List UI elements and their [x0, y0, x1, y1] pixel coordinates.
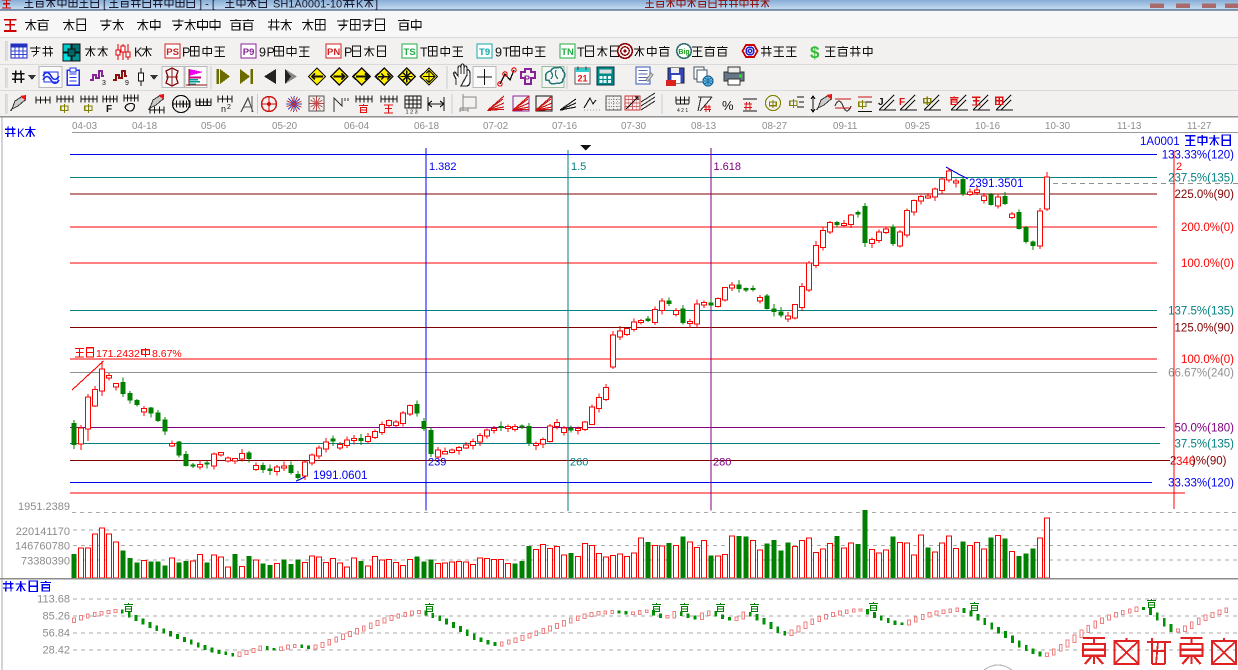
svg-text:T: T [577, 46, 585, 60]
svg-text:37.5%(135): 37.5%(135) [1175, 439, 1235, 451]
svg-text:137.5%(135): 137.5%(135) [1168, 305, 1234, 317]
svg-text:06-18: 06-18 [414, 121, 440, 132]
svg-text:100.0%(0): 100.0%(0) [1181, 354, 1234, 366]
svg-text:1951.2389: 1951.2389 [18, 501, 70, 513]
svg-text:K: K [17, 128, 25, 140]
svg-text:07-30: 07-30 [621, 121, 647, 132]
svg-text:P: P [182, 46, 190, 60]
svg-text:P: P [344, 46, 352, 60]
svg-text:]: ] [375, 0, 378, 11]
svg-text:P: P [266, 46, 274, 60]
svg-text:06-04: 06-04 [344, 121, 370, 132]
svg-text:1.382: 1.382 [429, 161, 457, 173]
svg-text:133.33%(120): 133.33%(120) [1162, 150, 1234, 162]
svg-text:PS: PS [166, 47, 179, 58]
svg-text:F: F [106, 104, 112, 115]
svg-text:09-11: 09-11 [833, 121, 857, 132]
svg-text:T: T [420, 46, 428, 60]
svg-text:T: T [502, 46, 510, 60]
svg-text:9: 9 [125, 80, 129, 87]
svg-text:TS: TS [404, 47, 416, 58]
svg-text:] - [: ] - [ [199, 0, 215, 11]
svg-text:10-30: 10-30 [1045, 121, 1071, 132]
svg-text:239: 239 [428, 457, 446, 469]
svg-text:04-03: 04-03 [72, 121, 98, 132]
svg-text:73380390: 73380390 [21, 556, 70, 568]
svg-text:K: K [134, 46, 143, 60]
svg-text:125.0%(90): 125.0%(90) [1175, 322, 1235, 334]
svg-text:04-18: 04-18 [132, 121, 158, 132]
svg-text:237.5%(135): 237.5%(135) [1168, 172, 1234, 184]
svg-text:28.42: 28.42 [42, 645, 70, 657]
svg-text:21: 21 [577, 74, 587, 84]
svg-text:$: $ [810, 43, 820, 62]
svg-text:J: J [878, 97, 884, 108]
svg-text:3: 3 [102, 80, 106, 87]
svg-text:2: 2 [1176, 161, 1182, 173]
svg-text:2: 2 [227, 104, 231, 111]
svg-text:1.5: 1.5 [571, 161, 586, 173]
svg-text:1A0001: 1A0001 [1140, 136, 1180, 148]
svg-text:PN: PN [327, 47, 340, 58]
svg-text:SH1A0001-107: SH1A0001-107 [273, 0, 348, 11]
svg-text:280: 280 [713, 457, 731, 469]
svg-text:)%(90): )%(90) [1192, 455, 1227, 467]
svg-text:113.68: 113.68 [37, 594, 70, 606]
svg-text:9: 9 [259, 46, 266, 60]
svg-text:11-27: 11-27 [1187, 121, 1211, 132]
svg-text:220141170: 220141170 [16, 526, 70, 538]
svg-text:n: n [221, 104, 226, 114]
svg-text:P9: P9 [243, 47, 255, 58]
svg-text:8.67%: 8.67% [152, 348, 182, 360]
svg-text:260: 260 [570, 457, 588, 469]
svg-text:50.0%(180): 50.0%(180) [1175, 422, 1235, 434]
svg-text:%: % [722, 98, 734, 113]
svg-text:1991.0601: 1991.0601 [313, 470, 367, 482]
svg-text:171.2432: 171.2432 [96, 348, 140, 360]
svg-text:07-16: 07-16 [552, 121, 578, 132]
svg-text:9: 9 [495, 46, 502, 60]
svg-text:56.84: 56.84 [42, 628, 70, 640]
svg-text:225.0%(90): 225.0%(90) [1175, 189, 1235, 201]
svg-text:08-27: 08-27 [762, 121, 787, 132]
svg-text:TN: TN [561, 47, 574, 58]
svg-text:Big: Big [678, 49, 689, 56]
svg-text:1.618: 1.618 [714, 161, 742, 173]
svg-text:09-25: 09-25 [905, 121, 931, 132]
svg-text:P: P [524, 74, 530, 84]
svg-text:85.26: 85.26 [42, 611, 70, 623]
svg-text:33.33%(120): 33.33%(120) [1168, 477, 1234, 489]
svg-text:146760780: 146760780 [15, 541, 70, 553]
svg-text:07-02: 07-02 [483, 121, 508, 132]
svg-text:4 2 1: 4 2 1 [677, 108, 688, 114]
svg-text:T9: T9 [479, 47, 490, 58]
svg-text:[: [ [103, 0, 106, 11]
svg-text:100.0%(0): 100.0%(0) [1181, 258, 1234, 270]
svg-text:05-06: 05-06 [201, 121, 227, 132]
svg-text:08-13: 08-13 [691, 121, 717, 132]
svg-text:66.67%(240): 66.67%(240) [1168, 368, 1234, 380]
svg-text:05-20: 05-20 [272, 121, 298, 132]
svg-text:200.0%(0): 200.0%(0) [1181, 222, 1234, 234]
svg-text:10-16: 10-16 [975, 121, 1001, 132]
svg-text:1 2 3: 1 2 3 [406, 110, 418, 116]
svg-text:F: F [899, 97, 905, 108]
svg-text:K: K [356, 0, 364, 11]
svg-text:11-13: 11-13 [1117, 121, 1142, 132]
